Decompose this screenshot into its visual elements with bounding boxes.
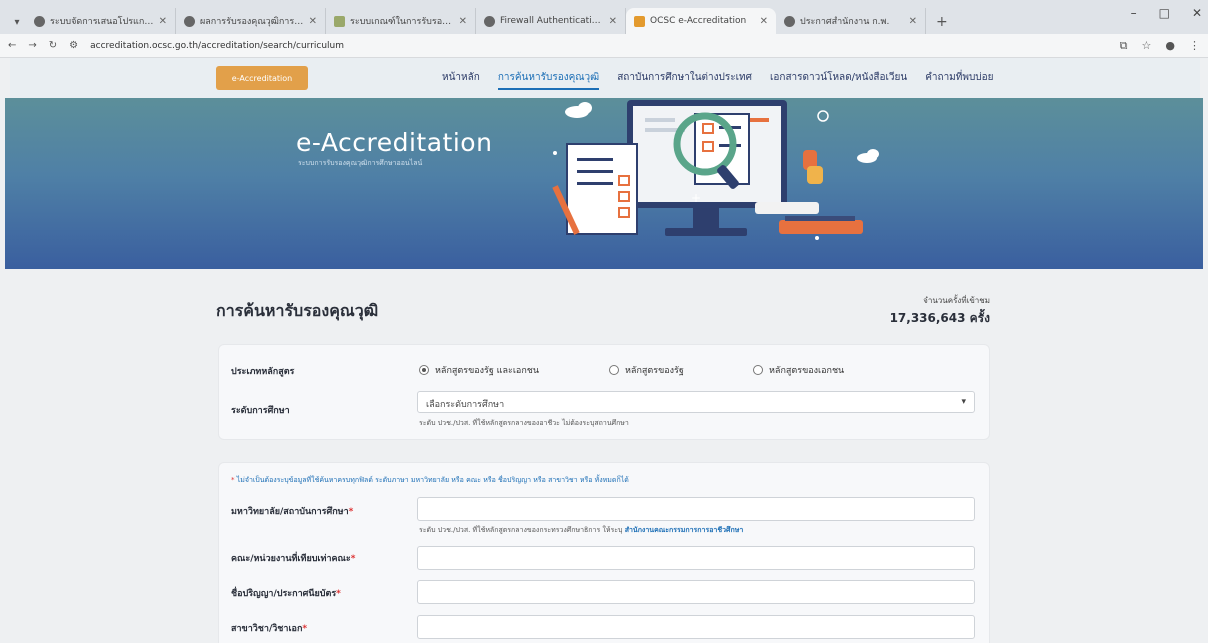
back-icon[interactable]: ← (8, 40, 16, 51)
address-bar: ← → ↻ ⚙ accreditation.ocsc.go.th/accredi… (0, 34, 1208, 58)
tab-title: OCSC e-Accreditation (650, 16, 747, 26)
visit-count-value: 17,336,643 ครั้ง (889, 311, 990, 325)
radio-label: หลักสูตรของรัฐ (625, 366, 684, 376)
vocational-commission-link[interactable]: สำนักงานคณะกรรมการการอาชีวศึกษา (625, 526, 744, 534)
university-label-text: มหาวิทยาลัย/สถาบันการศึกษา (231, 507, 349, 517)
education-level-select[interactable]: เลือกระดับการศึกษา ▾ (417, 391, 975, 413)
major-label-text: สาขาวิชา/วิชาเอก (231, 624, 303, 634)
close-tab-icon[interactable]: ✕ (760, 16, 768, 27)
menu-kebab-icon[interactable]: ⋮ (1189, 39, 1200, 53)
extensions-icon[interactable]: ⧉ (1120, 39, 1128, 53)
curriculum-type-card: ประเภทหลักสูตร หลักสูตรของรัฐ และเอกชน ห… (218, 344, 990, 440)
plus-sparkle: + (691, 191, 701, 205)
hero-illustration: + (552, 100, 879, 240)
doc-icon (334, 15, 345, 27)
faculty-input[interactable] (417, 546, 975, 570)
hero-title: e-Accreditation (296, 128, 493, 157)
nav-link-faq[interactable]: คำถามที่พบบ่อย (925, 70, 993, 90)
education-level-label: ระดับการศึกษา (231, 406, 290, 416)
tab-title: ระบบจัดการเสนอโปรแกรมประสานระบบ (50, 17, 154, 27)
minimize-icon[interactable]: – (1131, 6, 1137, 20)
hero-banner: e-Accreditation ระบบการรับรองคุณวุฒิการศ… (5, 98, 1203, 269)
globe-icon (34, 15, 45, 27)
degree-label-text: ชื่อปริญญา/ประกาศนียบัตร (231, 589, 337, 599)
tab-title: Firewall Authentication Keepali (500, 16, 604, 26)
radio-label: หลักสูตรของรัฐ และเอกชน (435, 366, 540, 376)
search-fields-card: * ไม่จำเป็นต้องระบุข้อมูลที่ใช้ค้นหาครบท… (218, 462, 990, 643)
bookmark-star-icon[interactable]: ☆ (1142, 39, 1152, 53)
nav-link-accreditation-search[interactable]: การค้นหารับรองคุณวุฒิ (497, 70, 600, 90)
close-window-icon[interactable]: ✕ (1192, 6, 1202, 20)
close-tab-icon[interactable]: ✕ (309, 16, 317, 27)
browser-tab[interactable]: ประกาศสำนักงาน ก.พ. ✕ (776, 8, 926, 34)
search-note-text: ไม่จำเป็นต้องระบุข้อมูลที่ใช้ค้นหาครบทุก… (236, 476, 629, 484)
page-title: การค้นหารับรองคุณวุฒิ (216, 301, 379, 320)
chevron-down-icon: ▾ (961, 397, 966, 407)
site-info-icon[interactable]: ⚙ (69, 40, 78, 51)
faculty-label-text: คณะ/หน่วยงานที่เทียบเท่าคณะ (231, 554, 351, 564)
ocsc-icon (634, 15, 645, 27)
university-hint-text: ระดับ ปวช./ปวส. ที่ใช้หลักสูตรกลางของกระ… (419, 526, 623, 534)
university-label: มหาวิทยาลัย/สถาบันการศึกษา* (231, 507, 354, 517)
close-tab-icon[interactable]: ✕ (459, 16, 467, 27)
globe-icon (184, 15, 195, 27)
browser-tab[interactable]: ระบบจัดการเสนอโปรแกรมประสานระบบ ✕ (26, 8, 176, 34)
browser-tab[interactable]: ผลการรับรองคุณวุฒิการศึกษา ✕ (176, 8, 326, 34)
nav-link-documents[interactable]: เอกสารดาวน์โหลด/หนังสือเวียน (770, 70, 907, 90)
close-tab-icon[interactable]: ✕ (159, 16, 167, 27)
search-note: * ไม่จำเป็นต้องระบุข้อมูลที่ใช้ค้นหาครบท… (231, 476, 629, 484)
browser-tab[interactable]: ระบบเกณฑ์ในการรับรองคุณวุฒิ ✕ (326, 8, 476, 34)
radio-selected-icon (419, 365, 429, 375)
window-controls: – □ ✕ (1131, 6, 1202, 20)
tab-title: ผลการรับรองคุณวุฒิการศึกษา (200, 17, 304, 27)
site-navbar: e-Accreditation หน้าหลัก การค้นหารับรองค… (10, 58, 1200, 98)
faculty-label: คณะ/หน่วยงานที่เทียบเท่าคณะ* (231, 554, 356, 564)
toolbar-icons: ⧉ ☆ ● ⋮ (1120, 39, 1200, 53)
radio-empty-icon (609, 365, 619, 375)
site-logo[interactable]: e-Accreditation (216, 66, 308, 90)
tab-search-icon[interactable]: ▾ (8, 10, 26, 34)
nav-links: หน้าหลัก การค้นหารับรองคุณวุฒิ สถาบันการ… (442, 70, 994, 90)
browser-tab[interactable]: Firewall Authentication Keepali ✕ (476, 8, 626, 34)
forward-icon[interactable]: → (28, 40, 36, 51)
curriculum-type-label: ประเภทหลักสูตร (231, 367, 295, 377)
globe-icon (784, 15, 795, 27)
nav-link-home[interactable]: หน้าหลัก (442, 70, 480, 90)
select-placeholder: เลือกระดับการศึกษา (426, 400, 505, 410)
url-field[interactable]: accreditation.ocsc.go.th/accreditation/s… (90, 41, 1108, 51)
visit-count-label: จำนวนครั้งที่เข้าชม (923, 296, 990, 305)
reload-icon[interactable]: ↻ (49, 40, 57, 51)
hero-subtitle: ระบบการรับรองคุณวุฒิการศึกษาออนไลน์ (298, 159, 423, 167)
maximize-icon[interactable]: □ (1159, 6, 1170, 20)
nav-link-foreign-institutions[interactable]: สถาบันการศึกษาในต่างประเทศ (617, 70, 752, 90)
tab-title: ประกาศสำนักงาน ก.พ. (800, 17, 890, 27)
major-label: สาขาวิชา/วิชาเอก* (231, 624, 308, 634)
browser-tab-strip: ▾ ระบบจัดการเสนอโปรแกรมประสานระบบ ✕ ผลกา… (0, 0, 1208, 34)
degree-input[interactable] (417, 580, 975, 604)
tab-title: ระบบเกณฑ์ในการรับรองคุณวุฒิ (350, 17, 454, 27)
browser-tab-active[interactable]: OCSC e-Accreditation ✕ (626, 8, 776, 34)
document-icon (566, 143, 638, 235)
hand-icon (803, 150, 823, 184)
globe-icon (484, 15, 495, 27)
university-hint: ระดับ ปวช./ปวส. ที่ใช้หลักสูตรกลางของกระ… (419, 525, 743, 536)
radio-private[interactable]: หลักสูตรของเอกชน (753, 363, 844, 377)
radio-public-and-private[interactable]: หลักสูตรของรัฐ และเอกชน (419, 363, 539, 377)
radio-empty-icon (753, 365, 763, 375)
close-tab-icon[interactable]: ✕ (609, 16, 617, 27)
major-input[interactable] (417, 615, 975, 639)
close-tab-icon[interactable]: ✕ (909, 16, 917, 27)
radio-public[interactable]: หลักสูตรของรัฐ (609, 363, 684, 377)
university-input[interactable] (417, 497, 975, 521)
education-level-hint: ระดับ ปวช./ปวส. ที่ใช้หลักสูตรกลางของอาช… (419, 419, 629, 427)
profile-avatar-icon[interactable]: ● (1165, 39, 1175, 53)
sparkle-dot (553, 151, 557, 155)
sparkle-dot (815, 236, 819, 240)
degree-label: ชื่อปริญญา/ประกาศนียบัตร* (231, 589, 341, 599)
new-tab-button[interactable]: + (926, 14, 958, 34)
radio-label: หลักสูตรของเอกชน (769, 366, 845, 376)
books-icon (755, 202, 863, 234)
clock-icon (817, 110, 829, 122)
